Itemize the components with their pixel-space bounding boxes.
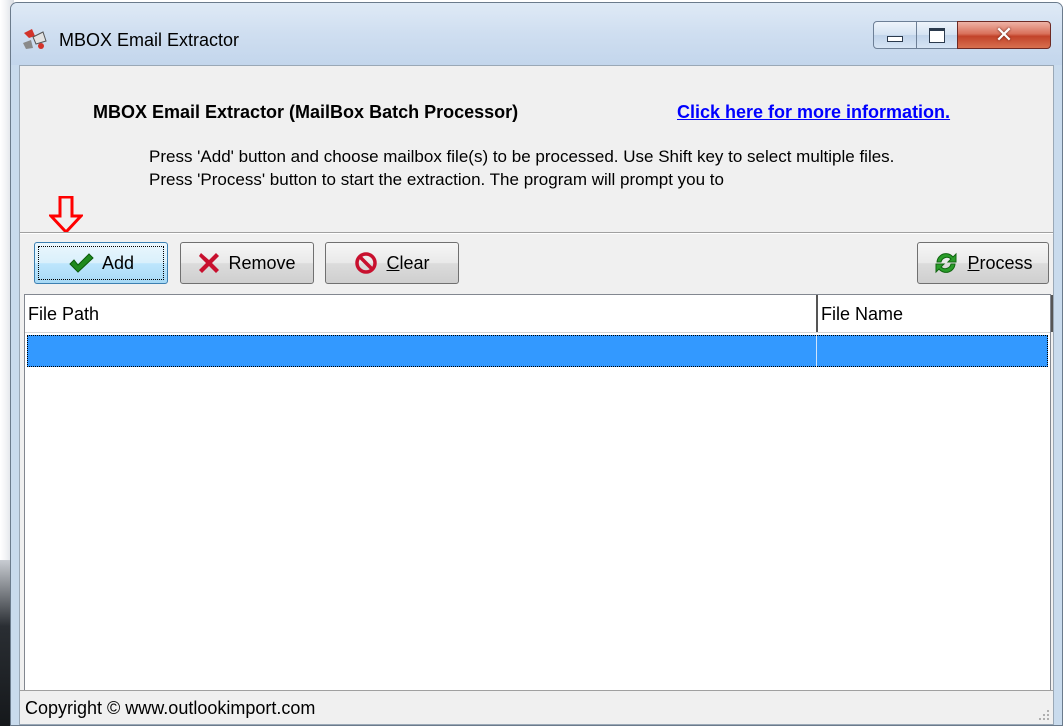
client-area: MBOX Email Extractor (MailBox Batch Proc… bbox=[19, 65, 1054, 725]
process-button[interactable]: Process bbox=[917, 242, 1049, 284]
add-button-label: Add bbox=[101, 252, 135, 273]
column-header-file-name[interactable]: File Name bbox=[818, 295, 1053, 332]
clear-button-label: Clear bbox=[386, 252, 430, 273]
maximize-button[interactable] bbox=[916, 21, 958, 49]
app-window: MBOX Email Extractor ✕ MBOX Email Extrac… bbox=[10, 2, 1063, 726]
column-header-file-path[interactable]: File Path bbox=[25, 295, 818, 332]
down-arrow-annotation-icon bbox=[49, 196, 83, 234]
minimize-button[interactable] bbox=[873, 21, 917, 49]
status-bar: Copyright © www.outlookimport.com bbox=[20, 690, 1053, 724]
list-header: File Path File Name bbox=[25, 295, 1053, 333]
window-title: MBOX Email Extractor bbox=[59, 30, 240, 50]
app-heading: MBOX Email Extractor (MailBox Batch Proc… bbox=[93, 102, 519, 122]
checkmark-icon bbox=[69, 253, 94, 273]
cell-file-path bbox=[27, 335, 817, 367]
instructions-text: Press 'Add' button and choose mailbox fi… bbox=[149, 147, 895, 189]
divider bbox=[20, 232, 1053, 234]
minimize-icon bbox=[887, 36, 903, 42]
remove-button-label: Remove bbox=[228, 252, 296, 273]
close-icon: ✕ bbox=[994, 22, 1014, 48]
no-sign-icon bbox=[355, 252, 378, 274]
app-icon bbox=[23, 29, 47, 49]
copyright-text: Copyright © www.outlookimport.com bbox=[25, 698, 316, 718]
refresh-icon bbox=[935, 252, 957, 274]
table-row[interactable] bbox=[27, 335, 1048, 367]
resize-grip-icon[interactable] bbox=[1038, 709, 1050, 721]
title-bar[interactable]: MBOX Email Extractor ✕ bbox=[11, 3, 1062, 65]
process-button-label: Process bbox=[967, 252, 1033, 273]
cell-file-name bbox=[817, 335, 1048, 367]
maximize-icon bbox=[929, 27, 945, 43]
close-button[interactable]: ✕ bbox=[957, 21, 1051, 49]
more-info-link[interactable]: Click here for more information. bbox=[677, 102, 950, 123]
clear-button[interactable]: Clear bbox=[325, 242, 459, 284]
remove-button[interactable]: Remove bbox=[180, 242, 314, 284]
add-button[interactable]: Add bbox=[34, 242, 168, 284]
x-icon bbox=[199, 253, 220, 273]
file-list[interactable]: File Path File Name bbox=[24, 294, 1053, 692]
